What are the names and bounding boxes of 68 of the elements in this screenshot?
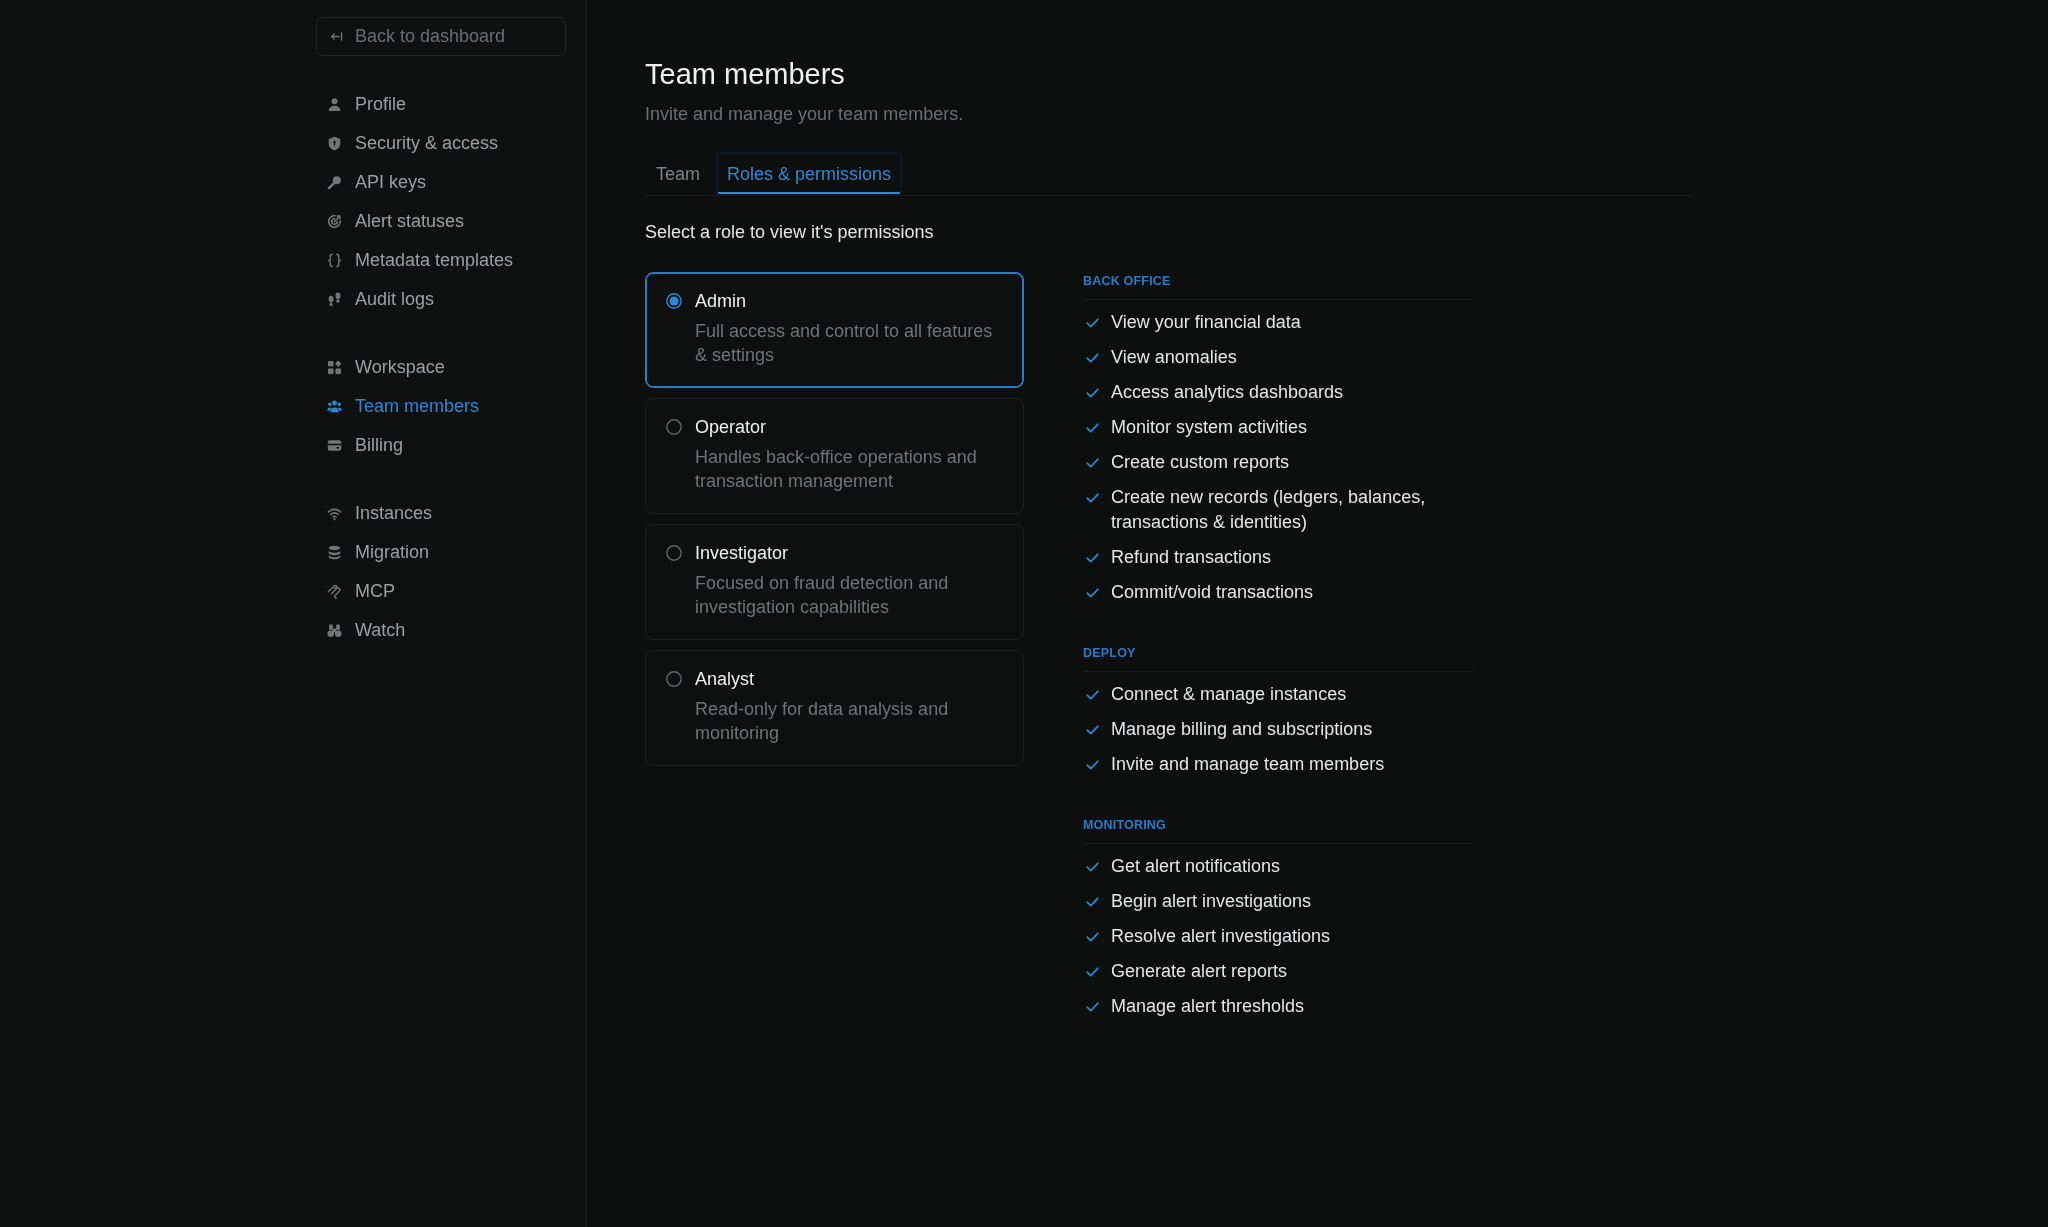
permission-text: Resolve alert investigations — [1111, 925, 1331, 948]
braces-icon — [327, 253, 342, 268]
tab[interactable]: Roles & permissions — [716, 152, 903, 196]
nav-item[interactable]: Metadata templates — [316, 241, 566, 280]
permission-text: Monitor system activities — [1111, 416, 1308, 439]
permission-text: View your financial data — [1111, 311, 1301, 334]
nav-item[interactable]: Team members — [316, 387, 566, 426]
back-arrow-icon — [330, 30, 343, 43]
role-description: Handles back-office operations and transaction management — [695, 446, 978, 493]
nav-item[interactable]: Profile — [316, 85, 566, 124]
role-description: Read-only for data analysis and monitoring — [695, 698, 950, 745]
permission-text: Generate alert reports — [1111, 960, 1288, 983]
permission-text: Commit/void transactions — [1111, 581, 1314, 604]
nav-item[interactable]: Instances — [316, 494, 566, 533]
permission-text: View anomalies — [1111, 346, 1237, 369]
nav-item[interactable]: MCP — [316, 572, 566, 611]
permission-text: Begin alert investigations — [1111, 890, 1312, 913]
permission-text: Get alert notifications — [1111, 855, 1281, 878]
nav-item[interactable]: Security & access — [316, 124, 566, 163]
credit-card-icon — [327, 438, 342, 453]
wifi-icon — [327, 506, 342, 521]
permission-text: Connect & manage instances — [1111, 683, 1347, 706]
role-option-card[interactable]: Admin Full access and control to all features & settings — [645, 272, 1024, 388]
nav-item[interactable]: Audit logs — [316, 280, 566, 319]
permission-text: Create custom reports — [1111, 451, 1290, 474]
role-title: Analyst — [695, 668, 756, 691]
target-icon — [327, 214, 342, 229]
role-title: Admin — [695, 290, 748, 313]
role-title: Operator — [695, 416, 768, 439]
key-icon — [327, 175, 342, 190]
squiggle-icon — [327, 584, 342, 599]
permission-text: Refund transactions — [1111, 546, 1272, 569]
section-heading: MONITORING — [1083, 817, 1473, 844]
grid-icon — [327, 360, 342, 375]
nav-item[interactable]: Watch — [316, 611, 566, 650]
radio-icon[interactable] — [666, 671, 682, 687]
user-icon — [327, 97, 342, 112]
users-icon — [327, 399, 342, 414]
page-title: Team members — [645, 57, 846, 92]
page-subtitle: Invite and manage your team members. — [645, 103, 965, 126]
permission-text: Create new records (ledgers, balances, transactions & identities) — [1111, 486, 1427, 534]
radio-icon[interactable] — [666, 419, 682, 435]
role-option-card[interactable]: Investigator Focused on fraud detection and investigation capabilities — [645, 524, 1024, 640]
nav-item[interactable]: Workspace — [316, 348, 566, 387]
nav-item[interactable]: Migration — [316, 533, 566, 572]
radio-icon[interactable] — [666, 545, 682, 561]
binoculars-icon — [327, 623, 342, 638]
role-option-card[interactable]: Analyst Read-only for data analysis and monitoring — [645, 650, 1024, 766]
permission-text: Manage billing and subscriptions — [1111, 718, 1373, 741]
nav-item[interactable]: API keys — [316, 163, 566, 202]
nav-item[interactable]: Alert statuses — [316, 202, 566, 241]
shield-icon — [327, 136, 342, 151]
role-description: Full access and control to all features & settings — [695, 320, 994, 367]
instruction-text: Select a role to view it's permissions — [645, 221, 935, 244]
role-description: Focused on fraud detection and investigation capabilities — [695, 572, 950, 619]
database-icon — [327, 545, 342, 560]
permission-text: Access analytics dashboards — [1111, 381, 1344, 404]
radio-icon[interactable] — [666, 293, 682, 309]
role-option-card[interactable]: Operator Handles back-office operations and transaction management — [645, 398, 1024, 514]
permission-text: Invite and manage team members — [1111, 753, 1385, 776]
section-heading: BACK OFFICE — [1083, 273, 1473, 300]
footprints-icon — [327, 292, 342, 307]
nav-item[interactable]: Billing — [316, 426, 566, 465]
section-heading: DEPLOY — [1083, 645, 1473, 672]
role-title: Investigator — [695, 542, 790, 565]
permission-text: Manage alert thresholds — [1111, 995, 1305, 1018]
tab[interactable]: Team — [645, 152, 711, 196]
back-button[interactable]: Back to dashboard — [316, 17, 566, 56]
